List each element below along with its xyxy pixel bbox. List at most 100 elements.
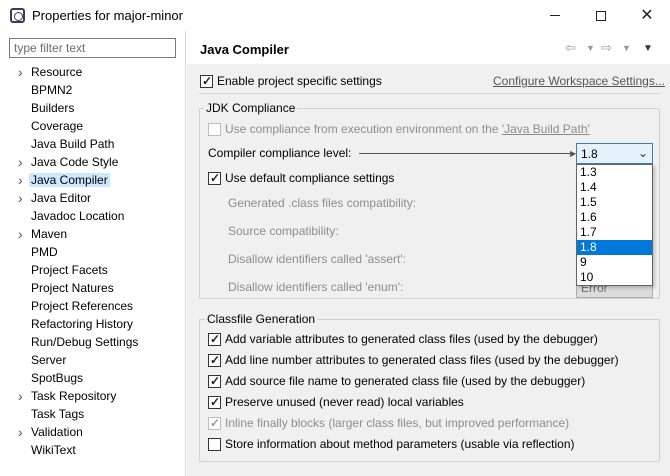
- compliance-option[interactable]: 1.5: [577, 195, 652, 210]
- tree-item[interactable]: Validation: [0, 423, 186, 441]
- tree-item-label: Task Tags: [31, 407, 85, 421]
- compliance-option[interactable]: 9: [577, 255, 652, 270]
- tree-item[interactable]: Task Repository: [0, 387, 186, 405]
- compliance-level-dropdown: 1.3 1.4 1.5 1.6 1.7 1.8 9 10: [576, 164, 653, 286]
- configure-workspace-link[interactable]: Configure Workspace Settings...: [493, 74, 665, 88]
- chevron-down-icon: ⌄: [637, 146, 648, 160]
- maximize-button[interactable]: [578, 0, 624, 31]
- classfile-option-checkbox[interactable]: [208, 352, 221, 368]
- tree-item[interactable]: Maven: [0, 225, 186, 243]
- compliance-option[interactable]: 1.3: [577, 165, 652, 180]
- compliance-level-select[interactable]: 1.8 ⌄: [576, 143, 653, 164]
- source-compat-label: Source compatibility:: [228, 224, 339, 238]
- classfile-option-label: Add source file name to generated class …: [225, 374, 586, 388]
- use-default-label: Use default compliance settings: [225, 171, 395, 185]
- tree-item-label: Maven: [31, 227, 68, 241]
- tree-item[interactable]: Project References: [0, 297, 186, 315]
- tree-item[interactable]: Builders: [0, 99, 186, 117]
- tree-item-label: Java Build Path: [31, 137, 115, 151]
- view-menu-icon[interactable]: ▼: [643, 43, 653, 54]
- tree-item-label: Builders: [31, 101, 75, 115]
- classfile-option-checkbox[interactable]: [208, 394, 221, 410]
- tree-item-label: PMD: [31, 245, 58, 259]
- disallow-assert-label: Disallow identifiers called 'assert':: [228, 252, 406, 266]
- compliance-option[interactable]: 1.7: [577, 225, 652, 240]
- expand-chevron-icon[interactable]: [18, 387, 26, 407]
- tree-item-label: Validation: [31, 425, 83, 439]
- title-bar: Properties for major-minor ✕: [0, 0, 670, 31]
- tree-item-label: Project Natures: [31, 281, 114, 295]
- category-tree: Resource BPMN2 Builders Coverage Java Build …: [0, 63, 186, 459]
- expand-chevron-icon[interactable]: [18, 171, 26, 191]
- back-arrow-icon[interactable]: ⇦: [565, 40, 576, 56]
- classfile-option-label: Add variable attributes to generated cla…: [225, 332, 598, 346]
- tree-item-label: Project Facets: [31, 263, 108, 277]
- expand-chevron-icon[interactable]: [18, 423, 26, 443]
- compliance-option[interactable]: 1.6: [577, 210, 652, 225]
- classfile-option-label: Preserve unused (never read) local varia…: [225, 395, 464, 409]
- tree-item-label: Java Code Style: [31, 155, 119, 169]
- tree-item[interactable]: BPMN2: [0, 81, 186, 99]
- page-header: Java Compiler ⇦ ▼ ⇨ ▼ ▼: [187, 31, 670, 64]
- tree-item-label: Run/Debug Settings: [31, 335, 139, 349]
- tree-item[interactable]: WikiText: [0, 441, 186, 459]
- tree-item[interactable]: Java Compiler: [0, 171, 186, 189]
- compliance-level-label: Compiler compliance level:: [208, 146, 352, 160]
- tree-item-label: Java Compiler: [29, 173, 110, 187]
- tree-item-label: Resource: [31, 65, 83, 79]
- minimize-icon: [550, 15, 560, 17]
- tree-item[interactable]: Resource: [0, 63, 186, 81]
- window-title: Properties for major-minor: [32, 8, 183, 23]
- compliance-option[interactable]: 1.4: [577, 180, 652, 195]
- tree-item-label: Java Editor: [31, 191, 92, 205]
- classfile-option-checkbox[interactable]: [208, 331, 221, 347]
- expand-chevron-icon[interactable]: [18, 63, 26, 83]
- tree-item[interactable]: Task Tags: [0, 405, 186, 423]
- enable-specific-checkbox[interactable]: [200, 73, 213, 89]
- maximize-icon: [596, 10, 606, 21]
- tree-item[interactable]: Project Facets: [0, 261, 186, 279]
- enable-specific-label: Enable project specific settings: [217, 74, 382, 88]
- tree-item-label: Task Repository: [31, 389, 117, 403]
- tree-item[interactable]: Project Natures: [0, 279, 186, 297]
- expand-chevron-icon[interactable]: [18, 189, 26, 209]
- classfile-option-checkbox[interactable]: [208, 373, 221, 389]
- tree-item[interactable]: SpotBugs: [0, 369, 186, 387]
- forward-arrow-icon[interactable]: ⇨: [601, 40, 612, 56]
- tree-item-label: Refactoring History: [31, 317, 134, 331]
- close-button[interactable]: ✕: [624, 0, 670, 31]
- tree-item[interactable]: Server: [0, 351, 186, 369]
- compliance-level-value: 1.8: [581, 147, 598, 161]
- tree-item[interactable]: Java Code Style: [0, 153, 186, 171]
- filter-input[interactable]: [9, 38, 176, 58]
- tree-item-label: BPMN2: [31, 83, 73, 97]
- compliance-option[interactable]: 1.8: [577, 240, 652, 255]
- classfile-option-checkbox: [208, 415, 221, 431]
- tree-item-label: SpotBugs: [31, 371, 84, 385]
- tree-item[interactable]: Javadoc Location: [0, 207, 186, 225]
- back-dropdown-icon[interactable]: ▼: [586, 43, 595, 53]
- tree-item[interactable]: Refactoring History: [0, 315, 186, 333]
- tree-item-label: Javadoc Location: [31, 209, 125, 223]
- tree-item[interactable]: Java Build Path: [0, 135, 186, 153]
- expand-chevron-icon[interactable]: [18, 153, 26, 173]
- tree-item[interactable]: Coverage: [0, 117, 186, 135]
- tree-item[interactable]: Run/Debug Settings: [0, 333, 186, 351]
- tree-item[interactable]: Java Editor: [0, 189, 186, 207]
- forward-dropdown-icon[interactable]: ▼: [622, 43, 631, 53]
- tree-item-label: Coverage: [31, 119, 84, 133]
- use-default-checkbox[interactable]: [208, 170, 221, 186]
- compliance-option[interactable]: 10: [577, 270, 652, 285]
- tree-item[interactable]: PMD: [0, 243, 186, 261]
- classfile-option-checkbox[interactable]: [208, 438, 221, 451]
- expand-chevron-icon[interactable]: [18, 225, 26, 245]
- classfile-option-label: Add line number attributes to generated …: [225, 353, 619, 367]
- category-pane: Resource BPMN2 Builders Coverage Java Build …: [0, 31, 186, 476]
- disallow-enum-label: Disallow identifiers called 'enum':: [228, 280, 404, 294]
- use-env-checkbox: [208, 123, 221, 136]
- classfile-option-label: Inline finally blocks (larger class file…: [225, 416, 570, 430]
- annotation-arrow-line: [359, 153, 573, 154]
- page-title: Java Compiler: [200, 42, 289, 57]
- tree-item-label: WikiText: [31, 443, 76, 457]
- minimize-button[interactable]: [532, 0, 578, 31]
